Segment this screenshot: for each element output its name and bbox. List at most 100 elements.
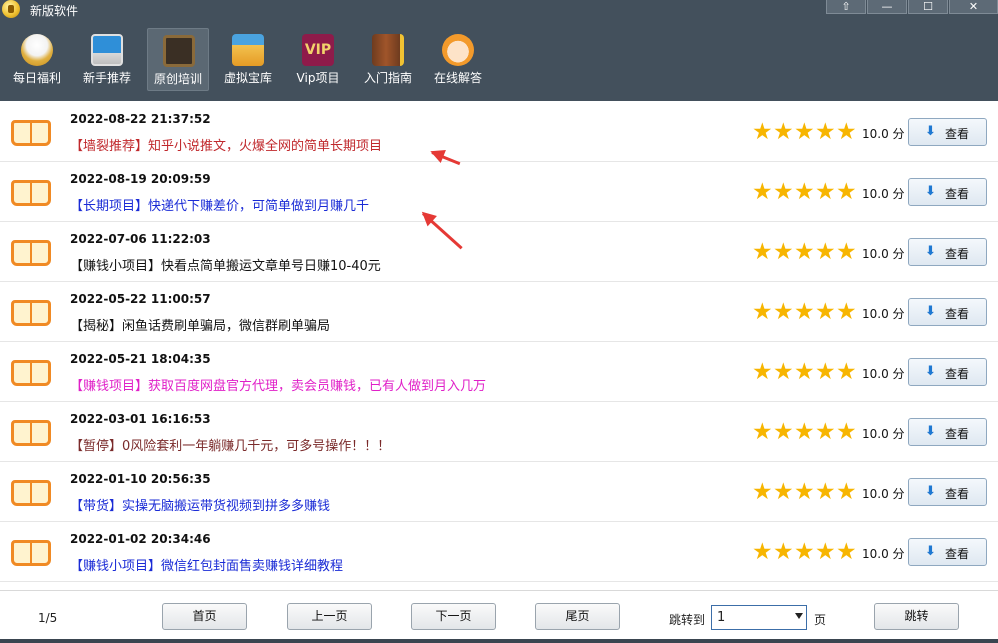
item-date: 2022-03-01 16:16:53 bbox=[70, 412, 211, 426]
view-button-label: 查看 bbox=[945, 127, 970, 141]
star-icon: ★ bbox=[752, 539, 773, 565]
item-title[interactable]: 【墙裂推荐】知乎小说推文，火爆全网的简单长期项目 bbox=[70, 135, 382, 154]
star-icon: ★ bbox=[752, 359, 773, 385]
star-icon: ★ bbox=[794, 539, 815, 565]
maximize-button[interactable]: ☐ bbox=[908, 0, 948, 14]
rating-stars: ★ ★ ★ ★ ★ bbox=[752, 479, 857, 505]
star-icon: ★ bbox=[815, 419, 836, 445]
star-icon: ★ bbox=[815, 119, 836, 145]
item-title[interactable]: 【长期项目】快递代下赚差价，可简单做到月赚几千 bbox=[70, 195, 369, 214]
list-item[interactable]: 2022-08-22 21:37:52 【墙裂推荐】知乎小说推文，火爆全网的简单长… bbox=[0, 102, 998, 162]
jump-label: 跳转到 bbox=[669, 613, 706, 627]
blackboard-icon bbox=[163, 35, 195, 67]
star-icon: ★ bbox=[836, 119, 857, 145]
view-button[interactable]: ⬇ 查看 bbox=[908, 238, 987, 266]
star-icon: ★ bbox=[794, 359, 815, 385]
view-button-label: 查看 bbox=[945, 487, 970, 501]
score-value: 10.0 bbox=[862, 187, 889, 201]
item-title[interactable]: 【赚钱小项目】微信红包封面售卖赚钱详细教程 bbox=[70, 555, 343, 574]
item-score: 10.0 分 bbox=[862, 125, 905, 142]
page-select[interactable]: 1 bbox=[711, 605, 807, 630]
open-book-icon bbox=[10, 116, 54, 150]
star-icon: ★ bbox=[815, 479, 836, 505]
score-suffix: 分 bbox=[892, 547, 905, 561]
first-page-button[interactable]: 首页 bbox=[162, 603, 247, 630]
view-button[interactable]: ⬇ 查看 bbox=[908, 358, 987, 386]
view-button-label: 查看 bbox=[945, 247, 970, 261]
view-button[interactable]: ⬇ 查看 bbox=[908, 538, 987, 566]
rating-stars: ★ ★ ★ ★ ★ bbox=[752, 239, 857, 265]
view-button-label: 查看 bbox=[945, 187, 970, 201]
view-button[interactable]: ⬇ 查看 bbox=[908, 118, 987, 146]
title-bar: 新版软件 ⇧ — ☐ ✕ bbox=[0, 0, 998, 20]
app-header: 新版软件 ⇧ — ☐ ✕ 每日福利 新手推荐 原创培训 虚拟宝库 VIP Vip… bbox=[0, 0, 998, 101]
download-arrow-icon: ⬇ bbox=[925, 364, 936, 379]
star-icon: ★ bbox=[794, 479, 815, 505]
view-button[interactable]: ⬇ 查看 bbox=[908, 418, 987, 446]
view-button[interactable]: ⬇ 查看 bbox=[908, 478, 987, 506]
item-title[interactable]: 【暂停】0风险套利一年躺赚几千元，可多号操作！！！ bbox=[70, 435, 390, 454]
view-button[interactable]: ⬇ 查看 bbox=[908, 178, 987, 206]
star-icon: ★ bbox=[815, 239, 836, 265]
star-icon: ★ bbox=[794, 119, 815, 145]
list-item[interactable]: 2022-05-22 11:00:57 【揭秘】闲鱼话费刷单骗局，微信群刷单骗局 ★… bbox=[0, 282, 998, 342]
list-item[interactable]: 2022-05-21 18:04:35 【赚钱项目】获取百度网盘官方代理，卖会员赚… bbox=[0, 342, 998, 402]
pin-icon: ⇧ bbox=[841, 0, 851, 13]
rating-stars: ★ ★ ★ ★ ★ bbox=[752, 359, 857, 385]
list-item[interactable]: 2022-07-06 11:22:03 【赚钱小项目】快看点简单搬运文章单号日赚1… bbox=[0, 222, 998, 282]
list-item[interactable]: 2022-03-01 16:16:53 【暂停】0风险套利一年躺赚几千元，可多号操… bbox=[0, 402, 998, 462]
item-score: 10.0 分 bbox=[862, 485, 905, 502]
tool-online-answers[interactable]: 在线解答 bbox=[427, 28, 489, 91]
list-item[interactable]: 2022-08-19 20:09:59 【长期项目】快递代下赚差价，可简单做到月赚… bbox=[0, 162, 998, 222]
pagination-bar: 1/5 首页 上一页 下一页 尾页 跳转到 1 页 跳转 bbox=[0, 590, 998, 643]
download-arrow-icon: ⬇ bbox=[925, 184, 936, 199]
tool-original-training[interactable]: 原创培训 bbox=[147, 28, 209, 91]
support-agent-icon bbox=[442, 34, 474, 66]
score-suffix: 分 bbox=[892, 187, 905, 201]
list-item[interactable]: 2022-01-02 20:34:46 【赚钱小项目】微信红包封面售卖赚钱详细教程… bbox=[0, 522, 998, 582]
star-icon: ★ bbox=[773, 239, 794, 265]
star-icon: ★ bbox=[752, 419, 773, 445]
star-icon: ★ bbox=[752, 299, 773, 325]
item-title[interactable]: 【赚钱小项目】快看点简单搬运文章单号日赚10-40元 bbox=[70, 255, 381, 274]
pin-button[interactable]: ⇧ bbox=[826, 0, 866, 14]
minimize-button[interactable]: — bbox=[867, 0, 907, 14]
open-book-icon bbox=[10, 356, 54, 390]
star-icon: ★ bbox=[815, 539, 836, 565]
view-button-label: 查看 bbox=[945, 547, 970, 561]
list-item[interactable]: 2022-01-10 20:56:35 【带货】实操无脑搬运带货视频到拼多多赚钱 ★… bbox=[0, 462, 998, 522]
chevron-down-icon bbox=[795, 613, 803, 619]
jump-button[interactable]: 跳转 bbox=[874, 603, 959, 630]
star-icon: ★ bbox=[773, 299, 794, 325]
item-title[interactable]: 【揭秘】闲鱼话费刷单骗局，微信群刷单骗局 bbox=[70, 315, 330, 334]
star-icon: ★ bbox=[836, 359, 857, 385]
star-icon: ★ bbox=[752, 479, 773, 505]
star-icon: ★ bbox=[773, 419, 794, 445]
tool-daily-welfare[interactable]: 每日福利 bbox=[6, 28, 68, 91]
tool-newbie-recommend[interactable]: 新手推荐 bbox=[76, 28, 138, 91]
download-arrow-icon: ⬇ bbox=[925, 544, 936, 559]
item-title[interactable]: 【带货】实操无脑搬运带货视频到拼多多赚钱 bbox=[70, 495, 330, 514]
star-icon: ★ bbox=[836, 539, 857, 565]
view-button-label: 查看 bbox=[945, 367, 970, 381]
close-button[interactable]: ✕ bbox=[949, 0, 998, 14]
view-button[interactable]: ⬇ 查看 bbox=[908, 298, 987, 326]
star-icon: ★ bbox=[752, 179, 773, 205]
prev-page-button[interactable]: 上一页 bbox=[287, 603, 372, 630]
bottom-edge bbox=[0, 639, 998, 643]
tool-label: 在线解答 bbox=[433, 71, 482, 85]
last-page-button[interactable]: 尾页 bbox=[535, 603, 620, 630]
vip-icon: VIP bbox=[302, 34, 334, 66]
score-value: 10.0 bbox=[862, 247, 889, 261]
star-icon: ★ bbox=[836, 419, 857, 445]
score-suffix: 分 bbox=[892, 307, 905, 321]
star-icon: ★ bbox=[836, 239, 857, 265]
item-title[interactable]: 【赚钱项目】获取百度网盘官方代理，卖会员赚钱，已有人做到月入几万 bbox=[70, 375, 486, 394]
tool-vip-project[interactable]: VIP Vip项目 bbox=[287, 28, 349, 91]
download-arrow-icon: ⬇ bbox=[925, 304, 936, 319]
tool-virtual-treasury[interactable]: 虚拟宝库 bbox=[217, 28, 279, 91]
score-suffix: 分 bbox=[892, 127, 905, 141]
star-icon: ★ bbox=[836, 299, 857, 325]
tool-getting-started[interactable]: 入门指南 bbox=[357, 28, 419, 91]
next-page-button[interactable]: 下一页 bbox=[411, 603, 496, 630]
